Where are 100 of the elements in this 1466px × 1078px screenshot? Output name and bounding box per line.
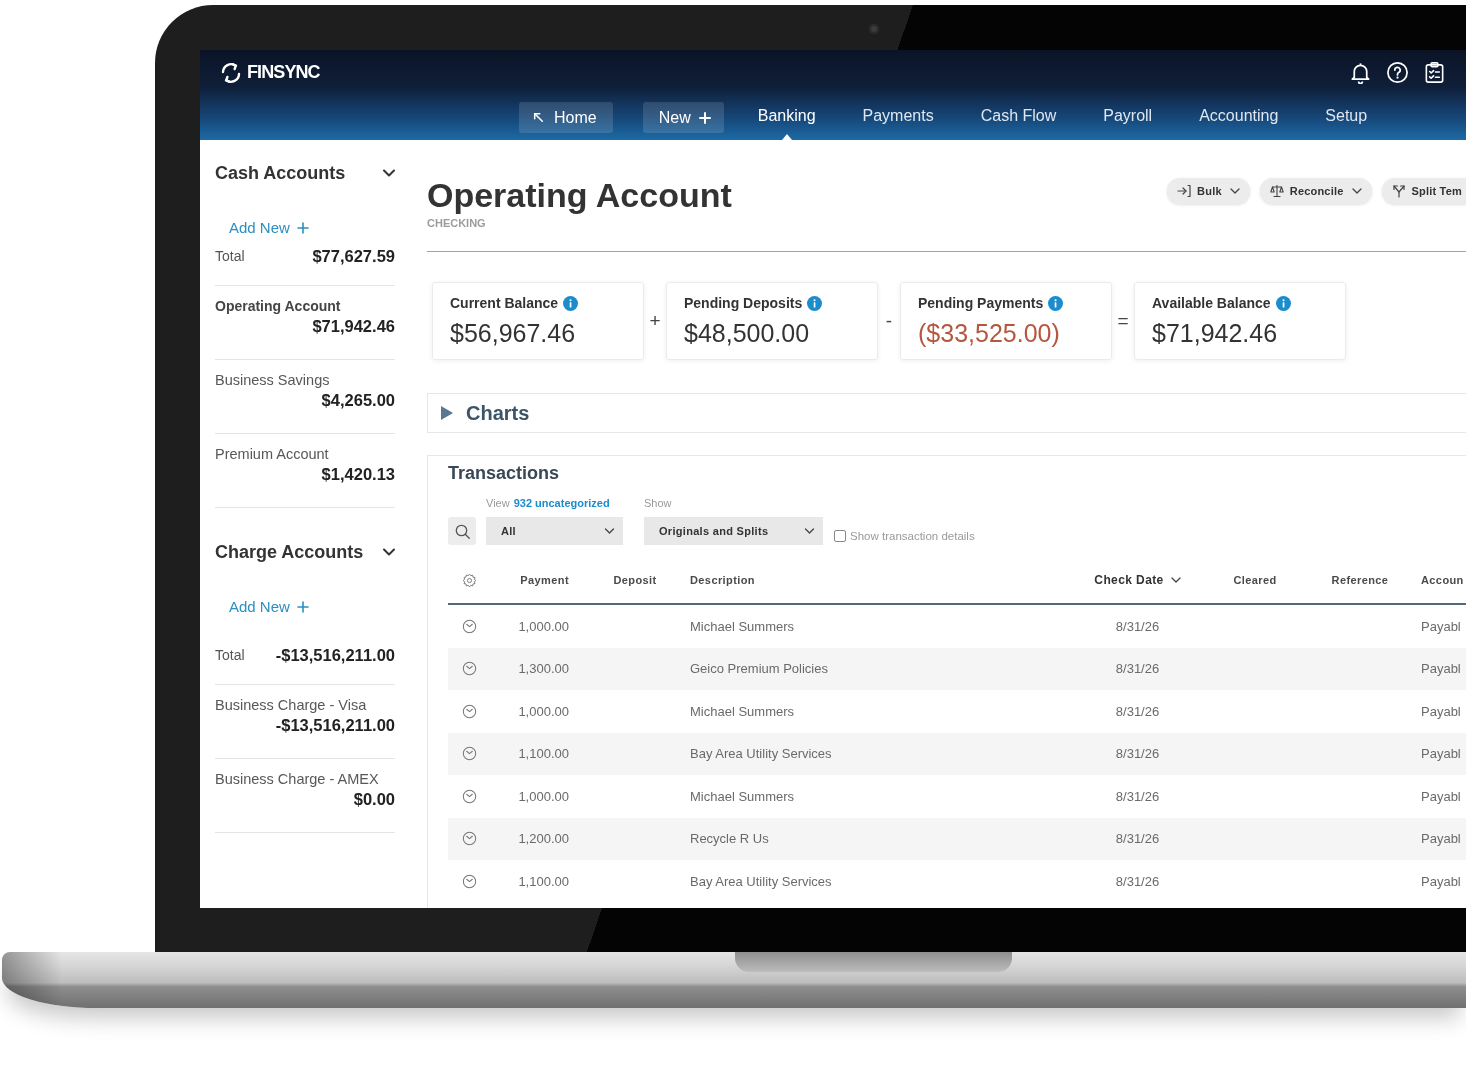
- plus-icon: [296, 601, 309, 613]
- nav-tab[interactable]: Setup: [1312, 95, 1381, 140]
- column-header[interactable]: Cleared: [1233, 574, 1277, 586]
- chevron-down-icon[interactable]: [383, 548, 395, 556]
- balance-amount: $56,967.46: [450, 318, 576, 348]
- section-title: Cash Accounts: [215, 162, 346, 184]
- home-button[interactable]: Home: [519, 102, 613, 133]
- chevron-down-icon: [1170, 577, 1181, 583]
- account-name[interactable]: Premium Account: [215, 444, 329, 464]
- table-cell: 1,300.00: [518, 661, 569, 677]
- table-row[interactable]: 1,200.00 Recycle R Us 8/31/26 Payabl: [448, 817, 1466, 860]
- info-icon[interactable]: [1275, 295, 1291, 311]
- table-cell: 8/31/26: [1115, 703, 1160, 719]
- notification-bell-icon[interactable]: [1349, 61, 1372, 84]
- column-header[interactable]: Reference: [1331, 574, 1389, 586]
- webcam-icon: [869, 24, 879, 34]
- account-balance: $4,265.00: [321, 390, 395, 410]
- column-header[interactable]: Check Date: [1094, 573, 1181, 587]
- arrow-up-left-icon: [533, 112, 544, 123]
- info-icon[interactable]: [563, 295, 579, 311]
- table-cell: Recycle R Us: [690, 831, 769, 847]
- nav-tab[interactable]: Payroll: [1090, 95, 1166, 140]
- filter-label: View: [486, 497, 510, 509]
- info-icon[interactable]: [807, 295, 823, 311]
- table-cell: Payabl: [1421, 788, 1461, 804]
- new-button[interactable]: New: [642, 102, 724, 133]
- operator-sign: +: [648, 310, 662, 332]
- search-button[interactable]: [448, 517, 476, 545]
- action-button[interactable]: Reconcile: [1259, 178, 1372, 204]
- balance-label: Pending Deposits: [684, 294, 803, 312]
- table-cell: 8/31/26: [1115, 831, 1160, 847]
- account-balance: $0.00: [353, 789, 395, 809]
- clock-icon: [461, 788, 477, 804]
- table-cell: 1,100.00: [518, 746, 569, 762]
- nav-tab[interactable]: Accounting: [1186, 95, 1292, 140]
- total-value: -$13,516,211.00: [275, 644, 395, 665]
- chevron-down-icon: [604, 528, 615, 534]
- plus-icon: [296, 222, 309, 234]
- action-button[interactable]: Split Tem: [1381, 178, 1466, 204]
- account-name[interactable]: Operating Account: [215, 296, 341, 316]
- filter-label: Show: [644, 497, 672, 509]
- table-cell: Michael Summers: [690, 703, 795, 719]
- nav-tab[interactable]: Cash Flow: [967, 95, 1070, 140]
- account-name[interactable]: Business Charge - AMEX: [215, 769, 379, 789]
- table-cell: 1,200.00: [518, 831, 569, 847]
- table-row[interactable]: 1,100.00 Bay Area Utility Services 8/31/26 Payabl: [448, 732, 1466, 775]
- table-cell: Payabl: [1421, 703, 1461, 719]
- clock-icon: [461, 831, 477, 847]
- table-cell: Michael Summers: [690, 788, 795, 804]
- column-header[interactable]: Deposit: [613, 574, 657, 586]
- total-label: Total: [215, 645, 245, 665]
- table-cell: Payabl: [1421, 618, 1461, 634]
- logo-text[interactable]: FINSYNC: [247, 62, 320, 83]
- charts-panel[interactable]: Charts: [427, 393, 1466, 433]
- table-cell: 1,000.00: [518, 618, 569, 634]
- chevron-down-icon: [1229, 188, 1240, 194]
- filter-select[interactable]: All: [486, 517, 623, 545]
- clock-icon: [461, 873, 477, 889]
- column-header[interactable]: Accoun: [1421, 574, 1464, 586]
- nav-tab[interactable]: Banking: [744, 95, 829, 140]
- table-cell: 8/31/26: [1115, 746, 1160, 762]
- table-cell: Payabl: [1421, 746, 1461, 762]
- table-cell: Bay Area Utility Services: [690, 746, 832, 762]
- table-cell: Payabl: [1421, 661, 1461, 677]
- table-cell: Payabl: [1421, 831, 1461, 847]
- help-icon[interactable]: [1386, 61, 1409, 84]
- account-name[interactable]: Business Savings: [215, 370, 330, 390]
- checkbox[interactable]: [834, 530, 846, 542]
- page-title: Operating Account: [427, 175, 732, 215]
- arrow-into-bracket-icon: [1177, 184, 1192, 198]
- action-button[interactable]: Bulk: [1167, 178, 1250, 204]
- info-icon[interactable]: [1048, 295, 1064, 311]
- clipboard-checklist-icon[interactable]: [1423, 61, 1446, 84]
- account-balance: $71,942.46: [312, 316, 395, 336]
- table-cell: 8/31/26: [1115, 618, 1160, 634]
- column-header[interactable]: Payment: [520, 574, 569, 586]
- table-cell: Bay Area Utility Services: [690, 873, 832, 889]
- clock-icon: [461, 661, 477, 677]
- table-row[interactable]: 1,300.00 Geico Premium Policies 8/31/26 Payabl: [448, 647, 1466, 690]
- table-cell: 1,000.00: [518, 703, 569, 719]
- caret-right-icon[interactable]: [441, 406, 453, 420]
- filter-select[interactable]: Originals and Splits: [644, 517, 823, 545]
- total-label: Total: [215, 246, 245, 266]
- clock-icon: [461, 746, 477, 762]
- add-new-link[interactable]: Add New: [229, 218, 309, 238]
- balance-amount: ($33,525.00): [918, 318, 1060, 348]
- account-name[interactable]: Business Charge - Visa: [215, 695, 367, 715]
- account-balance: $1,420.13: [321, 464, 395, 484]
- table-cell: 1,000.00: [518, 788, 569, 804]
- settings-icon[interactable]: [461, 572, 477, 588]
- table-cell: Geico Premium Policies: [690, 661, 828, 677]
- add-new-link[interactable]: Add New: [229, 597, 309, 617]
- column-header[interactable]: Description: [690, 574, 755, 586]
- scales-icon: [1269, 184, 1284, 198]
- nav-tab[interactable]: Payments: [849, 95, 947, 140]
- plus-icon: [698, 111, 711, 124]
- search-icon: [454, 523, 470, 539]
- uncategorized-link[interactable]: 932 uncategorized: [513, 497, 610, 509]
- chevron-down-icon[interactable]: [383, 169, 395, 177]
- balance-amount: $71,942.46: [1152, 318, 1278, 348]
